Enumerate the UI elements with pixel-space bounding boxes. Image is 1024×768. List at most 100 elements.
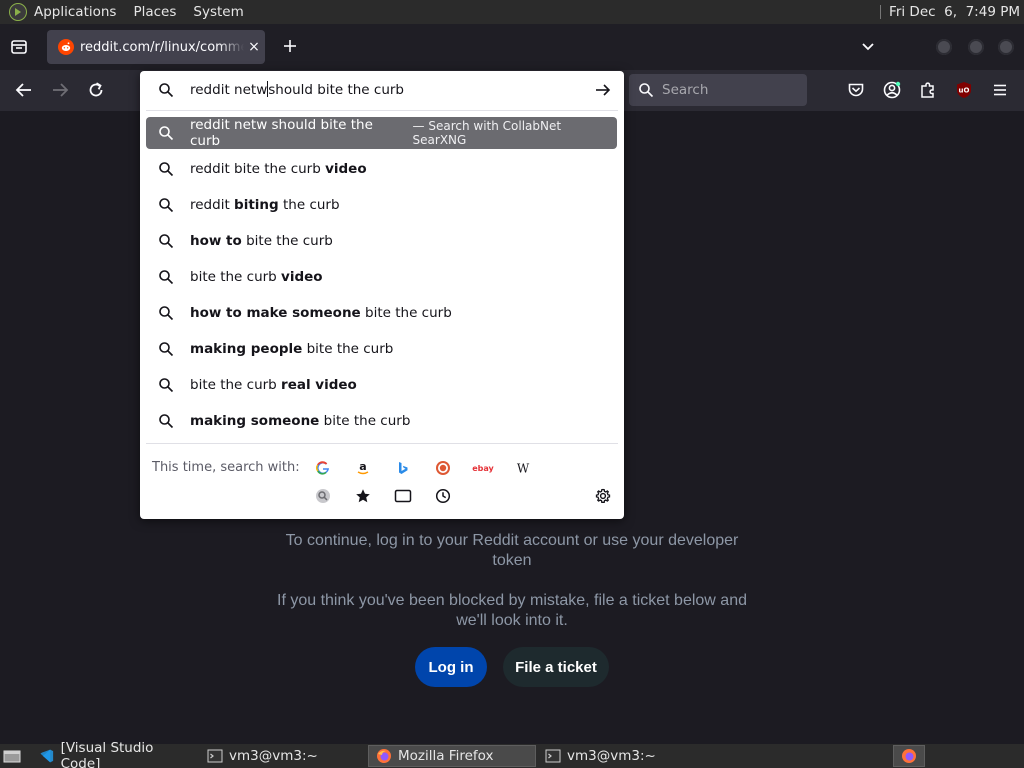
wikipedia-icon[interactable]: W [511, 456, 535, 480]
suggestion-text-bold: how to [190, 233, 242, 249]
search-input[interactable] [662, 82, 802, 98]
google-icon[interactable] [311, 456, 335, 480]
bing-icon[interactable] [391, 456, 415, 480]
suggestion-text-bold: making people [190, 341, 303, 357]
suggestion-text: how to bite the curb [190, 233, 333, 249]
search-icon [159, 270, 174, 285]
searxng-icon[interactable] [311, 484, 335, 508]
search-icon [159, 414, 174, 429]
show-desktop-icon[interactable] [2, 745, 24, 767]
suggestion-text-bold: making someone [190, 413, 320, 429]
search-bar[interactable] [629, 74, 807, 106]
tab-reddit[interactable]: reddit.com/r/linux/comments/ × [47, 30, 265, 64]
file-ticket-button[interactable]: File a ticket [503, 647, 609, 687]
suggestion-item[interactable]: making people bite the curb [146, 333, 617, 365]
list-all-tabs-button[interactable] [858, 37, 878, 57]
system-menu[interactable]: System [193, 4, 243, 20]
ebay-text: ebay [472, 464, 494, 473]
search-settings-gear-icon[interactable] [591, 484, 615, 508]
suggestion-text-part: bite the curb [241, 233, 333, 249]
search-icon [159, 378, 174, 393]
minimize-button[interactable] [936, 39, 952, 55]
suggestion-item[interactable]: how to bite the curb [146, 225, 617, 257]
reload-icon[interactable] [86, 80, 106, 100]
duckduckgo-icon[interactable] [431, 456, 455, 480]
taskbar-item-terminal-2[interactable]: vm3@vm3:~ [538, 745, 702, 767]
reddit-favicon-icon [58, 39, 74, 55]
svg-text:a: a [359, 460, 366, 473]
suggestion-item[interactable]: bite the curb real video [146, 369, 617, 401]
divider [146, 443, 618, 444]
taskbar-item-label: vm3@vm3:~ [567, 748, 656, 764]
clock[interactable]: Fri Dec 6, 7:49 PM [880, 4, 1020, 20]
search-icon [159, 306, 174, 321]
taskbar-item-firefox[interactable]: Mozilla Firefox [368, 745, 536, 767]
close-window-button[interactable] [998, 39, 1014, 55]
suggestion-text-part: bite the curb [319, 413, 411, 429]
urlbar-popup: reddit netwshould bite the curb reddit n… [140, 71, 624, 519]
hamburger-menu-icon[interactable] [990, 80, 1010, 100]
taskbar-item-vscode[interactable]: [Visual Studio Code] [32, 740, 194, 768]
new-tab-button[interactable] [280, 36, 300, 56]
suggestion-item[interactable]: how to make someone bite the curb [146, 297, 617, 329]
tab-title: reddit.com/r/linux/comments/ [80, 39, 244, 55]
go-arrow-icon[interactable] [594, 82, 612, 98]
suggestion-text: reddit bite the curb video [190, 161, 367, 177]
account-icon[interactable] [882, 80, 902, 100]
pocket-icon[interactable] [846, 80, 866, 100]
urlbar-text-after-caret: should bite the curb [268, 82, 405, 98]
ebay-icon[interactable]: ebay [471, 456, 495, 480]
ticket-instructions-line1: If you think you've been blocked by mist… [277, 592, 747, 609]
suggestion-item[interactable]: bite the curb video [146, 261, 617, 293]
workspace-switcher[interactable] [893, 745, 925, 767]
suggestion-text-part: bite the curb [190, 269, 282, 285]
search-icon [159, 162, 174, 177]
login-instructions: To continue, log in to your Reddit accou… [272, 531, 752, 571]
suggestion-text-part: reddit [190, 197, 235, 213]
suggestion-item[interactable]: making someone bite the curb [146, 405, 617, 437]
login-button[interactable]: Log in [415, 647, 487, 687]
suggestion-text-bold: video [325, 161, 367, 177]
suggestion-text-bold: real video [281, 377, 357, 393]
suggestion-text: how to make someone bite the curb [190, 305, 452, 321]
places-menu[interactable]: Places [133, 4, 176, 20]
tab-strip: reddit.com/r/linux/comments/ × [0, 24, 1024, 70]
urlbar-input[interactable]: reddit netwshould bite the curb [140, 71, 624, 109]
distro-logo-icon[interactable] [9, 3, 27, 21]
taskbar-item-terminal-1[interactable]: vm3@vm3:~ [200, 745, 364, 767]
taskbar-item-label: Mozilla Firefox [398, 748, 494, 764]
ublock-origin-icon[interactable]: uO [954, 80, 974, 100]
search-icon [159, 234, 174, 249]
suggestion-item[interactable]: reddit bite the curb video [146, 153, 617, 185]
search-icon [159, 198, 174, 213]
applications-menu[interactable]: Applications [34, 4, 116, 20]
ticket-instructions-line2: we'll look into it. [456, 612, 568, 629]
back-icon[interactable] [14, 80, 34, 100]
suggestion-item[interactable]: reddit biting the curb [146, 189, 617, 221]
divider [146, 110, 618, 111]
taskbar-item-label: [Visual Studio Code] [60, 740, 154, 768]
tabs-icon[interactable] [391, 484, 415, 508]
suggestion-text: bite the curb video [190, 269, 323, 285]
search-icon [159, 126, 174, 141]
bottom-taskbar: [Visual Studio Code] vm3@vm3:~ Mozilla F… [0, 740, 1024, 768]
amazon-icon[interactable]: a [351, 456, 375, 480]
forward-icon[interactable] [50, 80, 70, 100]
search-icon [639, 83, 654, 98]
search-icon [159, 342, 174, 357]
suggestion-text-part: reddit bite the curb [190, 161, 326, 177]
suggestion-text-part: bite the curb [302, 341, 394, 357]
suggestion-text-bold: video [281, 269, 323, 285]
ticket-instructions: If you think you've been blocked by mist… [272, 591, 752, 631]
firefox-view-icon[interactable] [9, 37, 29, 57]
history-icon[interactable] [431, 484, 455, 508]
firefox-icon [902, 749, 916, 763]
bookmarks-icon[interactable] [351, 484, 375, 508]
extensions-icon[interactable] [918, 80, 938, 100]
suggestion-selected[interactable]: reddit netw should bite the curb — Searc… [146, 117, 617, 149]
one-off-search-label: This time, search with: [152, 460, 300, 475]
tab-close-icon[interactable]: × [246, 39, 262, 55]
maximize-button[interactable] [968, 39, 984, 55]
login-instructions-line2: token [492, 552, 532, 569]
search-icon [159, 83, 174, 98]
